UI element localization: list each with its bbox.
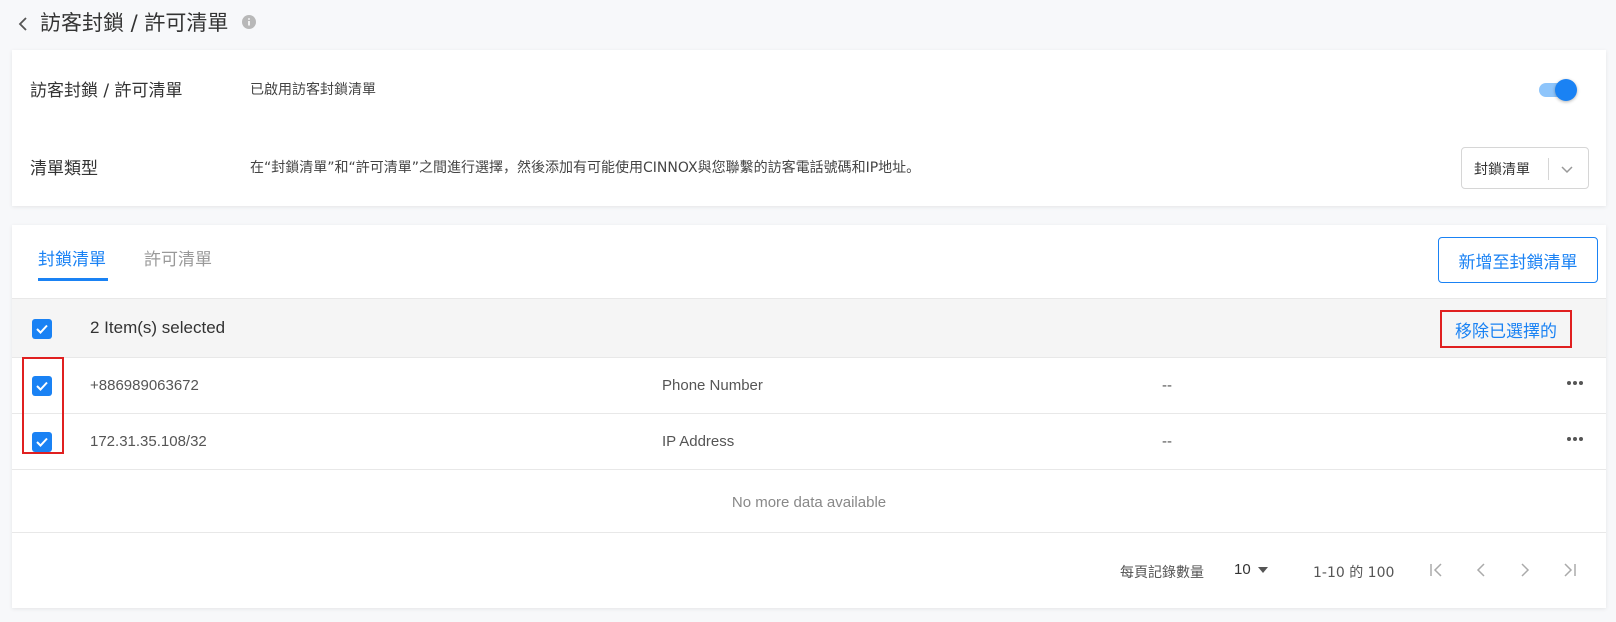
list-type-label: 清單類型 [30, 159, 98, 179]
chevron-down-icon[interactable] [1559, 161, 1575, 177]
per-page-select[interactable]: 10 [1234, 561, 1251, 578]
list-type-description: 在“封鎖清單”和“許可清單”之間進行選擇，然後添加有可能使用CINNOX與您聯繫… [250, 160, 921, 176]
checkbox-highlight-box [22, 357, 64, 454]
list-type-select-value: 封鎖清單 [1474, 162, 1530, 178]
no-more-data-text: No more data available [12, 473, 1606, 533]
enable-setting-description: 已啟用訪客封鎖清單 [250, 82, 376, 98]
first-page-icon[interactable] [1426, 559, 1448, 581]
selected-count: 2 Item(s) selected [90, 318, 226, 337]
row-note: -- [1162, 377, 1172, 394]
active-tab-indicator [38, 278, 108, 281]
add-to-block-list-button[interactable]: 新增至封鎖清單 [1438, 237, 1598, 283]
next-page-icon[interactable] [1514, 559, 1536, 581]
selection-bar: 2 Item(s) selected 移除已選擇的 [12, 298, 1606, 358]
page-header: 訪客封鎖 / 許可清單 [0, 0, 1616, 48]
row-value: +886989063672 [90, 377, 199, 394]
chevron-left-icon[interactable] [14, 14, 34, 34]
select-all-checkbox[interactable] [32, 319, 52, 339]
last-page-icon[interactable] [1558, 559, 1580, 581]
page-range-text: 1-10 的 100 [1313, 565, 1395, 581]
tab-allow-list[interactable]: 許可清單 [144, 245, 212, 270]
more-options-icon[interactable] [1565, 431, 1585, 447]
tab-block-list[interactable]: 封鎖清單 [38, 245, 106, 270]
enable-setting-label: 訪客封鎖 / 許可清單 [30, 81, 183, 101]
info-icon[interactable] [242, 15, 256, 29]
page-title: 訪客封鎖 / 許可清單 [40, 11, 229, 35]
list-type-select[interactable]: 封鎖清單 [1461, 147, 1589, 189]
pagination: 每頁記錄數量 10 1-10 的 100 [12, 533, 1606, 608]
previous-page-icon[interactable] [1470, 559, 1492, 581]
remove-selected-button[interactable]: 移除已選擇的 [1440, 310, 1572, 348]
row-type: Phone Number [662, 377, 763, 394]
select-divider [1548, 158, 1549, 180]
list-card: 封鎖清單 許可清單 新增至封鎖清單 2 Item(s) selected 移除已… [12, 225, 1606, 608]
table-row: +886989063672 Phone Number -- [12, 358, 1606, 414]
more-options-icon[interactable] [1565, 375, 1585, 391]
caret-down-icon[interactable] [1257, 566, 1269, 574]
row-type: IP Address [662, 433, 735, 450]
row-note: -- [1162, 433, 1172, 450]
enable-toggle[interactable] [1537, 78, 1577, 102]
toggle-knob [1555, 79, 1577, 101]
table-row: 172.31.35.108/32 IP Address -- [12, 414, 1606, 470]
row-value: 172.31.35.108/32 [90, 433, 207, 450]
settings-card: 訪客封鎖 / 許可清單 已啟用訪客封鎖清單 清單類型 在“封鎖清單”和“許可清單… [12, 50, 1606, 206]
check-icon [36, 324, 48, 334]
per-page-label: 每頁記錄數量 [1120, 565, 1204, 581]
